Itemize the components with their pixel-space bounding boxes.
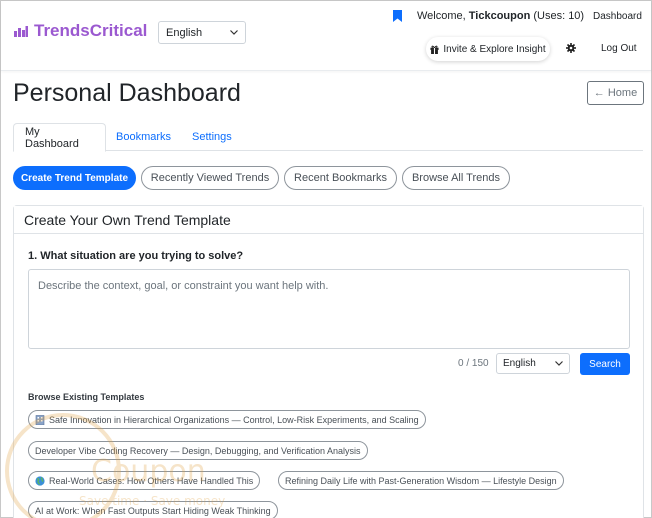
template-language-select[interactable]: English [496, 353, 570, 374]
situation-question-label: 1. What situation are you trying to solv… [28, 250, 244, 262]
invite-label: Invite & Explore Insight [443, 43, 546, 55]
globe-icon [35, 475, 45, 486]
template-chip[interactable]: Developer Vibe Coding Recovery — Design,… [28, 441, 368, 460]
tab-my-dashboard[interactable]: My Dashboard [13, 123, 106, 152]
template-chip[interactable]: Safe Innovation in Hierarchical Organiza… [28, 410, 426, 429]
search-button[interactable]: Search [580, 353, 630, 375]
template-language-value: English [503, 358, 536, 369]
browse-all-trends-button[interactable]: Browse All Trends [402, 166, 510, 190]
template-chip-label: Developer Vibe Coding Recovery — Design,… [35, 445, 361, 456]
language-select-value: English [166, 26, 203, 39]
welcome-text: Welcome, Tickcoupon (Uses: 10) [417, 10, 584, 22]
chevron-down-icon [230, 30, 238, 35]
card-title: Create Your Own Trend Template [14, 206, 643, 234]
gear-icon[interactable] [566, 43, 576, 53]
create-template-card: Create Your Own Trend Template 1. What s… [13, 205, 644, 518]
recently-viewed-trends-button[interactable]: Recently Viewed Trends [141, 166, 279, 190]
tab-bookmarks[interactable]: Bookmarks [105, 123, 182, 151]
username: Tickcoupon [468, 10, 531, 22]
page-title: Personal Dashboard [13, 79, 241, 107]
language-select[interactable]: English [158, 21, 246, 44]
uses-count: (Uses: 10) [530, 10, 585, 22]
create-trend-template-button[interactable]: Create Trend Template [13, 166, 136, 190]
nav-dashboard-link[interactable]: Dashboard [593, 11, 642, 22]
welcome-prefix: Welcome, [417, 10, 469, 22]
building-icon [35, 414, 45, 425]
gift-icon [430, 45, 439, 54]
dashboard-tabs: My Dashboard Bookmarks Settings [13, 123, 643, 152]
browse-templates-heading: Browse Existing Templates [28, 392, 145, 402]
bookmark-icon[interactable] [393, 10, 402, 22]
invite-button[interactable]: Invite & Explore Insight [426, 37, 550, 61]
top-navbar: TrendsCritical English Welcome, Tickcoup… [1, 1, 651, 71]
template-chip[interactable]: Refining Daily Life with Past-Generation… [278, 471, 564, 490]
home-button[interactable]: ← Home [587, 81, 644, 105]
template-chip[interactable]: AI at Work: When Fast Outputs Start Hidi… [28, 501, 278, 518]
template-chip-label: AI at Work: When Fast Outputs Start Hidi… [35, 505, 271, 516]
chevron-down-icon [555, 361, 563, 366]
logout-link[interactable]: Log Out [601, 43, 637, 54]
template-chip-label: Real-World Cases: How Others Have Handle… [49, 475, 254, 486]
situation-textarea[interactable]: Describe the context, goal, or constrain… [28, 269, 630, 349]
brand-logo[interactable]: TrendsCritical [14, 21, 147, 41]
char-counter: 0 / 150 [458, 358, 489, 369]
template-chip[interactable]: Real-World Cases: How Others Have Handle… [28, 471, 261, 490]
brand-name: TrendsCritical [34, 21, 148, 40]
tab-settings[interactable]: Settings [181, 123, 243, 151]
bar-chart-icon [14, 26, 28, 37]
recent-bookmarks-button[interactable]: Recent Bookmarks [284, 166, 397, 190]
template-chip-label: Safe Innovation in Hierarchical Organiza… [49, 414, 419, 425]
template-chip-label: Refining Daily Life with Past-Generation… [285, 475, 557, 486]
